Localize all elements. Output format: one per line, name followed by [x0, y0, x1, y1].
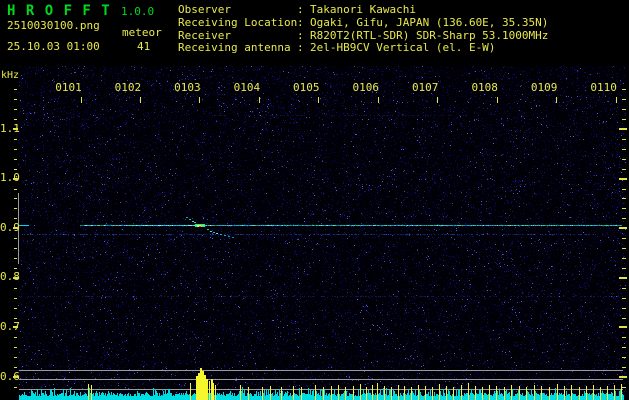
freq-tick-label: 1.0	[0, 171, 20, 185]
freq-tick-label: 0.6	[0, 369, 20, 383]
station-row-colon: :	[297, 15, 304, 29]
datetime-label: 25.10.03 01:00	[7, 40, 100, 53]
freq-minor-tick	[14, 386, 17, 388]
freq-minor-tick	[14, 307, 17, 309]
freq-minor-tick	[14, 138, 17, 140]
meteor-count: 41	[137, 40, 151, 53]
freq-minor-tick	[14, 287, 17, 289]
freq-minor-tick	[14, 317, 17, 319]
output-filename: 2510030100.png	[7, 19, 100, 32]
freq-axis-unit: kHz	[1, 70, 20, 81]
freq-minor-tick	[14, 367, 17, 369]
freq-minor-tick	[14, 347, 17, 349]
mode-label: meteor	[122, 26, 162, 39]
freq-minor-tick	[14, 109, 17, 111]
freq-minor-tick	[14, 119, 17, 121]
freq-minor-tick	[14, 158, 17, 160]
freq-minor-tick	[14, 337, 17, 339]
station-row-label: Receiving antenna	[178, 42, 291, 55]
station-row: Observer: Takanori Kawachi	[178, 3, 548, 17]
freq-minor-tick	[14, 248, 17, 249]
station-row-colon: :	[297, 3, 304, 16]
freq-minor-tick	[14, 99, 17, 101]
freq-minor-tick	[14, 297, 17, 299]
station-row-label: Receiver	[178, 29, 231, 42]
freq-minor-tick	[14, 168, 17, 170]
freq-minor-tick	[14, 198, 17, 200]
freq-minor-tick	[14, 188, 17, 190]
station-info: Observer: Takanori Kawachi Receiving Loca…	[178, 3, 549, 55]
station-row-colon: :	[297, 41, 304, 55]
station-row-value: Takanori Kawachi	[310, 3, 416, 16]
freq-minor-tick	[14, 218, 17, 220]
station-row-label: Receiving Location	[178, 16, 297, 29]
app-title: H R O F F T	[7, 3, 111, 19]
app-version: 1.0.0	[121, 5, 155, 18]
freq-tick-label: 0.9	[0, 220, 20, 234]
freq-minor-tick	[14, 357, 17, 359]
freq-minor-tick	[14, 257, 17, 259]
station-row: Receiving Location: Ogaki, Gifu, JAPAN (1…	[178, 15, 549, 30]
spectrogram-canvas	[18, 66, 626, 400]
freq-minor-tick	[14, 208, 17, 210]
freq-minor-tick	[14, 89, 17, 91]
station-row-label: Observer	[178, 4, 231, 16]
freq-minor-tick	[14, 267, 17, 269]
station-row-value: Ogaki, Gifu, JAPAN (136.60E, 35.35N)	[310, 15, 549, 29]
freq-minor-tick	[14, 148, 17, 150]
freq-minor-tick	[14, 238, 17, 240]
hrofft-window: H R O F F T 1.0.0 2510030100.png meteor …	[0, 0, 629, 400]
freq-tick-label: 0.7	[0, 319, 20, 333]
station-row-value: 2el-HB9CV Vertical (el. E-W)	[310, 41, 496, 55]
station-row: Receiving antenna:2el-HB9CV Vertical (el…	[178, 42, 548, 55]
freq-tick-label: 1.1	[0, 121, 20, 135]
freq-tick-label: 0.8	[0, 270, 20, 284]
